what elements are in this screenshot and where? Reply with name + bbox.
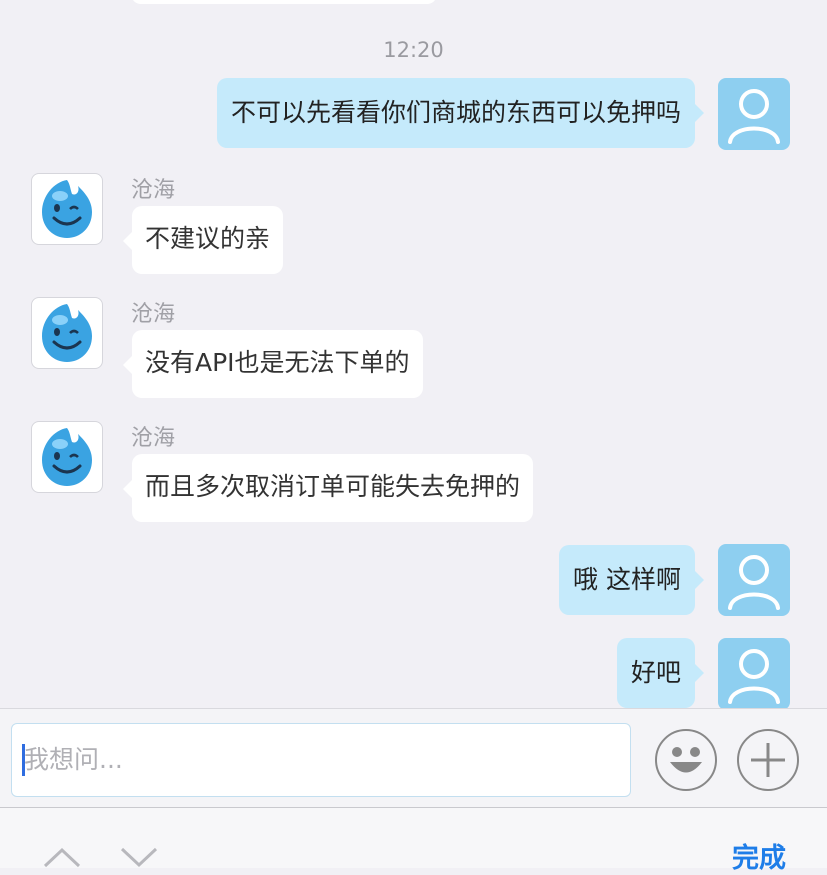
chat-history[interactable]: 12:20 不可以先看看你们商城的东西可以免押吗 沧海 不建议的亲 沧海 没有A… (0, 0, 827, 708)
plus-button[interactable] (737, 729, 799, 791)
message-bubble-incoming[interactable]: 而且多次取消订单可能失去免押的 (122, 454, 534, 522)
keyboard-toolbar: 完成 (0, 808, 827, 874)
chevron-down-icon[interactable] (119, 846, 159, 868)
emoji-button[interactable] (655, 729, 717, 791)
input-placeholder: 我想问... (24, 745, 123, 774)
user-avatar[interactable] (718, 638, 790, 708)
message-bubble-outgoing[interactable]: 好吧 (616, 638, 705, 708)
message-text: 不可以先看看你们商城的东西可以免押吗 (230, 98, 681, 127)
done-button[interactable]: 完成 (732, 836, 786, 875)
message-text: 不建议的亲 (145, 224, 271, 253)
user-silhouette-icon (728, 649, 780, 704)
message-bubble-outgoing[interactable]: 哦 这样啊 (559, 545, 704, 615)
message-text: 好吧 (630, 658, 681, 687)
message-bubble-incoming[interactable]: 不建议的亲 (122, 206, 284, 274)
winking-water-drop-mascot (42, 428, 92, 486)
plus-icon (751, 743, 785, 777)
user-silhouette-icon (728, 89, 780, 144)
previous-message-bubble (131, 0, 437, 4)
sender-name: 沧海 (131, 302, 176, 327)
user-silhouette-icon (728, 555, 780, 610)
message-text: 而且多次取消订单可能失去免押的 (145, 472, 521, 501)
agent-avatar[interactable] (31, 421, 103, 493)
winking-water-drop-mascot (42, 304, 92, 362)
agent-avatar[interactable] (31, 173, 103, 245)
message-text: 没有API也是无法下单的 (145, 348, 410, 377)
user-avatar[interactable] (718, 544, 790, 616)
user-avatar[interactable] (718, 78, 790, 150)
sender-name: 沧海 (131, 178, 176, 203)
message-input[interactable]: 我想问... (11, 723, 631, 797)
chevron-up-icon[interactable] (42, 846, 82, 868)
agent-avatar[interactable] (31, 297, 103, 369)
message-bubble-incoming[interactable]: 没有API也是无法下单的 (123, 330, 423, 398)
message-bubble-outgoing[interactable]: 不可以先看看你们商城的东西可以免押吗 (216, 78, 705, 148)
sender-name: 沧海 (131, 426, 176, 451)
winking-water-drop-mascot (42, 180, 92, 238)
smiley-face-icon (670, 747, 702, 773)
timestamp: 12:20 (383, 38, 444, 62)
message-text: 哦 这样啊 (573, 565, 681, 594)
message-input-bar: 我想问... (0, 708, 827, 808)
text-cursor (22, 744, 25, 776)
